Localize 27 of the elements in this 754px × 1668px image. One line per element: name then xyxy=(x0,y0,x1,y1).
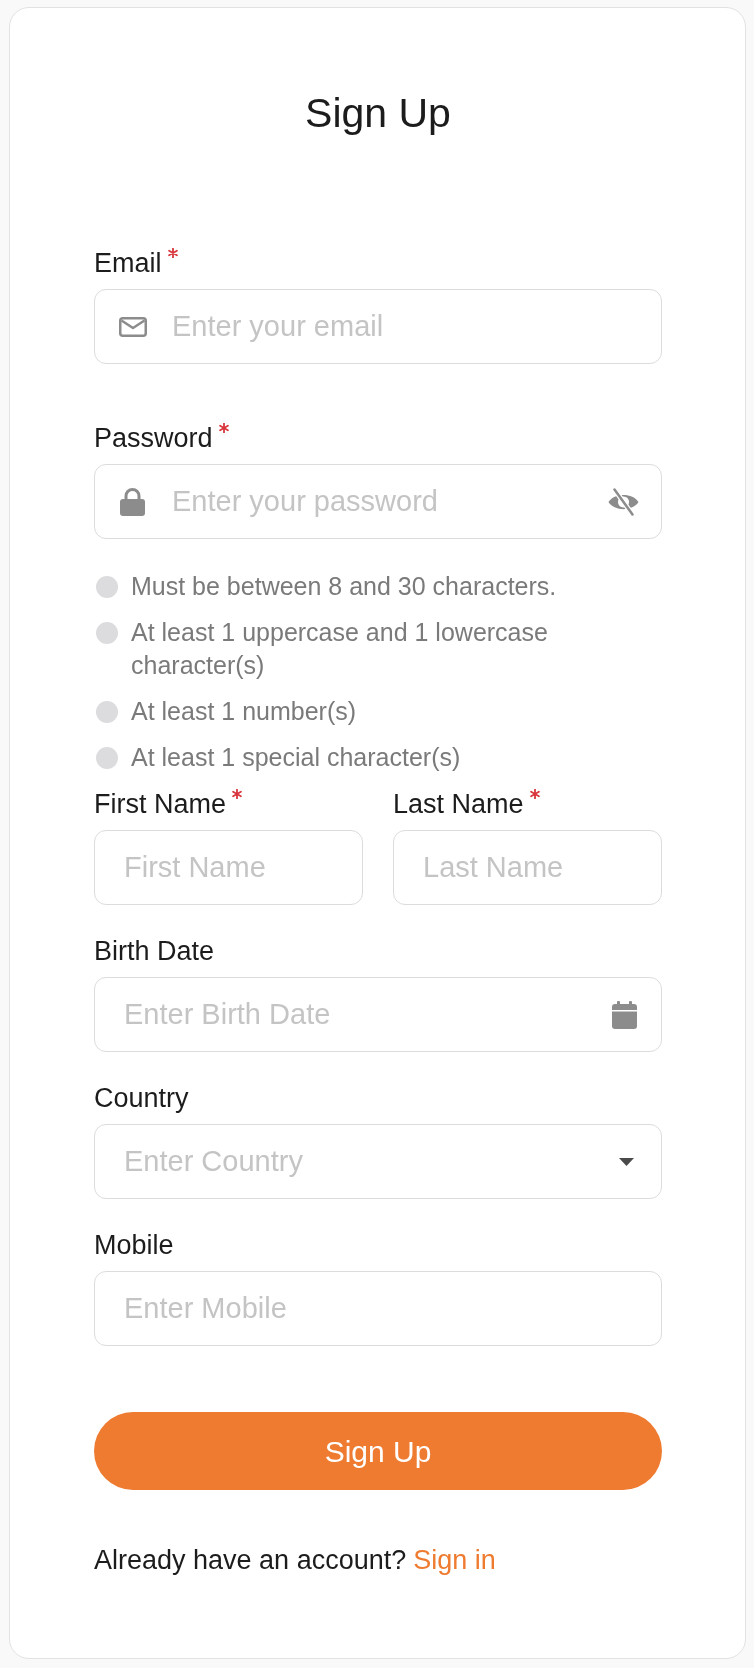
dropdown-field[interactable]: Enter Country xyxy=(94,1124,662,1199)
field-label: Country xyxy=(94,1082,189,1115)
text-field[interactable]: Enter Mobile xyxy=(94,1271,662,1346)
email-field[interactable]: Enter your email xyxy=(94,289,662,364)
field-label: Last Name xyxy=(393,788,524,821)
mail-icon xyxy=(119,316,147,337)
sign-in-link[interactable]: Sign in xyxy=(413,1545,496,1575)
field-label: First Name xyxy=(94,788,226,821)
caret-icon[interactable] xyxy=(619,1157,634,1166)
page-title: Sign Up xyxy=(304,89,452,137)
password-field[interactable]: Enter your password xyxy=(94,464,662,539)
text-field[interactable]: Last Name xyxy=(393,830,662,905)
sign-up-button[interactable]: Sign Up xyxy=(94,1412,662,1490)
password-rule-text: At least 1 special character(s) xyxy=(131,742,461,773)
eye-slash-icon[interactable] xyxy=(607,487,640,516)
date-field[interactable]: Enter Birth Date xyxy=(94,977,662,1052)
password-rule-text: At least 1 number(s) xyxy=(131,696,357,727)
field-label: Birth Date xyxy=(94,935,215,968)
lock-icon xyxy=(119,487,146,516)
field-label: Email xyxy=(94,247,162,280)
calendar-icon[interactable] xyxy=(612,1000,637,1029)
password-rule-text: Must be between 8 and 30 characters. xyxy=(131,571,557,602)
field-label: Mobile xyxy=(94,1229,174,1262)
password-rule-text: At least 1 uppercase and 1 lowercase character(s) xyxy=(131,617,549,681)
text-field[interactable]: First Name xyxy=(94,830,363,905)
sign-in-prompt: Already have an account? Sign in xyxy=(94,1544,497,1577)
field-label: Password xyxy=(94,422,213,455)
